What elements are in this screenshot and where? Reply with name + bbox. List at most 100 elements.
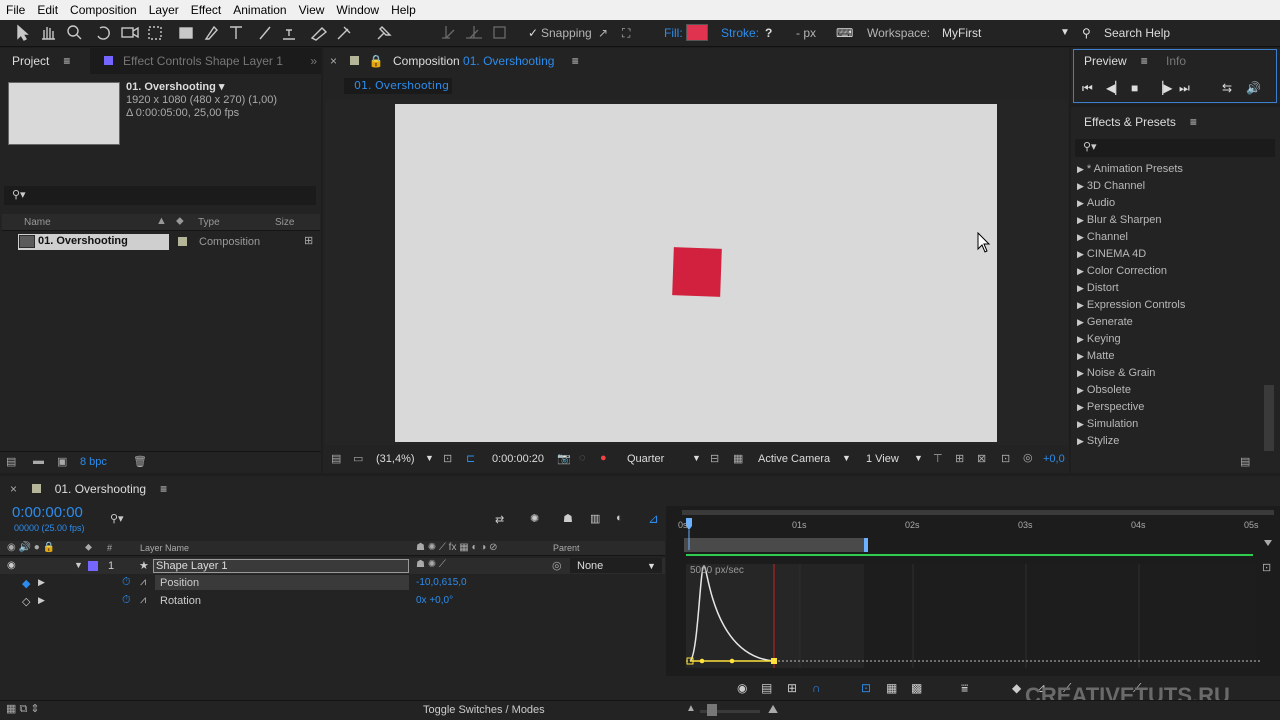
stroke-swatch-none[interactable]: ? [765,24,772,42]
edit-keyframe-icon[interactable]: ⩸ [961,681,968,696]
expand-triangle-icon[interactable]: ▶ [1077,232,1084,242]
motion-blur-icon[interactable]: ◐ [616,512,623,524]
expand-chevron-down-icon[interactable]: ▼ [74,560,83,570]
snapping-extend-icon[interactable]: ⛶ [622,24,630,42]
next-frame-icon[interactable]: ▕▶ [1154,81,1172,95]
previous-frame-icon[interactable]: ◀▏ [1106,81,1124,95]
effects-category[interactable]: ▶ Matte [1077,350,1114,362]
timeline-icon[interactable]: ⊠ [977,452,986,465]
search-icon[interactable]: ⚲▾ [110,512,124,525]
tab-timeline[interactable]: × 01. Overshooting ≡ [10,476,167,502]
effects-category[interactable]: ▶ Stylize [1077,435,1119,447]
effects-category[interactable]: ▶ * Animation Presets [1077,163,1183,175]
layer-label-color[interactable] [88,561,98,571]
camera-dropdown[interactable]: Active Camera [758,453,830,465]
tab-preview[interactable]: Preview ≡ [1084,48,1148,74]
effects-category[interactable]: ▶ Distort [1077,282,1119,294]
next-keyframe-icon[interactable]: ▶ [38,577,45,588]
effects-category[interactable]: ▶ Perspective [1077,401,1144,413]
axis-mode-icons[interactable] [440,24,520,42]
flowchart-icon[interactable]: ⊞ [304,234,313,247]
zoom-chevron-down-icon[interactable]: ▼ [425,453,434,463]
graph-type-icon[interactable]: ▤ [761,681,772,695]
tab-info[interactable]: Info [1166,48,1186,74]
graph-editor-icon[interactable]: ⊿ [648,511,659,527]
tab-effects-presets[interactable]: Effects & Presets ≡ [1084,109,1197,135]
view-layout-dropdown[interactable]: 1 View [866,453,899,465]
comp-breadcrumb[interactable]: 01. Overshooting [344,78,452,94]
keyframe-diamond-icon[interactable]: ◆ [22,577,30,590]
new-preset-icon[interactable]: ▤ [1240,455,1250,468]
visibility-eye-icon[interactable]: ◉ [7,560,16,571]
transform-box-icon[interactable]: ⊞ [787,681,797,695]
rotation-value[interactable]: 0x +0,0° [416,595,453,606]
next-keyframe-icon[interactable]: ▶ [38,595,45,606]
project-search-input[interactable]: ⚲▾ [4,186,316,205]
loop-icon[interactable]: ⇆ [1222,81,1232,95]
tab-effect-controls[interactable]: Effect Controls Shape Layer 1» [90,48,321,74]
effects-category[interactable]: ▶ Channel [1077,231,1128,243]
view-chevron-down-icon[interactable]: ▼ [914,453,923,463]
effects-category[interactable]: ▶ Obsolete [1077,384,1131,396]
eraser-tool-icon[interactable] [310,27,328,41]
zoom-dropdown[interactable]: (31,4%) [376,453,415,465]
expand-triangle-icon[interactable]: ▶ [1077,266,1084,276]
expand-triangle-icon[interactable]: ▶ [1077,164,1084,174]
graph-toggle-icon[interactable]: ⩘ [140,576,146,589]
graph-eye-icon[interactable]: ◉ [737,681,747,695]
pan-behind-tool-icon[interactable] [148,26,162,40]
clone-stamp-tool-icon[interactable] [283,29,295,40]
column-type[interactable]: Type [198,217,220,228]
mute-audio-icon[interactable]: 🔊 [1246,81,1261,95]
property-position[interactable]: Position [160,577,199,589]
hold-keyframe-icon[interactable]: ◆ [1012,681,1021,695]
fit-all-icon[interactable]: ▦ [886,681,897,695]
viewer-timecode[interactable]: 0:00:00:20 [492,453,544,465]
effects-category[interactable]: ▶ CINEMA 4D [1077,248,1146,260]
frame-blending-icon[interactable]: ▥ [590,512,600,525]
fast-preview-icon[interactable]: ⊞ [955,452,964,465]
parent-chevron-down-icon[interactable]: ▼ [647,561,656,571]
menu-window[interactable]: Window [336,3,379,17]
menu-file[interactable]: File [6,3,25,17]
shy-layers-icon[interactable]: ☗ [563,512,573,525]
expand-triangle-icon[interactable]: ▶ [1077,249,1084,259]
rectangle-tool-icon[interactable] [179,27,193,39]
zoom-out-mountain-icon[interactable]: ▲ [686,703,696,714]
transparency-grid-icon[interactable]: ▦ [733,452,743,465]
expand-triangle-icon[interactable]: ▶ [1077,419,1084,429]
zoom-tool-icon[interactable] [67,25,79,37]
pick-whip-icon[interactable]: ◎ [552,559,562,572]
menu-help[interactable]: Help [391,3,416,17]
snap-magnet-icon[interactable]: ∩ [812,681,821,695]
draft-3d-icon[interactable]: ✺ [530,512,539,525]
work-area-range[interactable] [684,538,866,552]
stopwatch-icon[interactable]: ⏱ [122,576,131,589]
menu-edit[interactable]: Edit [37,3,58,17]
fill-label[interactable]: Fill: [664,24,683,42]
effects-category[interactable]: ▶ 3D Channel [1077,180,1145,192]
exposure-value[interactable]: +0,0 [1043,453,1065,465]
title-action-safe-icon[interactable]: ⊡ [443,452,452,465]
tab-project[interactable]: Project ≡ [0,48,90,74]
fill-color-swatch[interactable] [686,24,708,41]
expand-triangle-icon[interactable]: ▶ [1077,283,1084,293]
search-help-input[interactable]: Search Help [1104,24,1170,42]
position-value[interactable]: -10,0,615,0 [416,577,467,588]
effects-category[interactable]: ▶ Color Correction [1077,265,1167,277]
column-layer-name[interactable]: Layer Name [140,543,189,553]
zoom-in-mountain-icon[interactable]: ⛰ [768,702,778,717]
close-icon[interactable]: × [10,482,17,496]
work-area-bar[interactable] [682,510,1274,515]
effects-category[interactable]: ▶ Noise & Grain [1077,367,1155,379]
expand-triangle-icon[interactable]: ▶ [1077,351,1084,361]
stop-icon[interactable]: ■ [1131,81,1138,95]
trash-icon[interactable]: 🗑 [133,455,147,468]
effects-category[interactable]: ▶ Simulation [1077,418,1138,430]
puppet-pin-tool-icon[interactable] [377,26,392,40]
effects-category[interactable]: ▶ Keying [1077,333,1121,345]
graph-options-icon[interactable]: ⊡ [1262,561,1271,574]
layer-name[interactable]: Shape Layer 1 [156,560,228,572]
resolution-chevron-down-icon[interactable]: ▼ [692,453,701,463]
effects-category[interactable]: ▶ Blur & Sharpen [1077,214,1162,226]
